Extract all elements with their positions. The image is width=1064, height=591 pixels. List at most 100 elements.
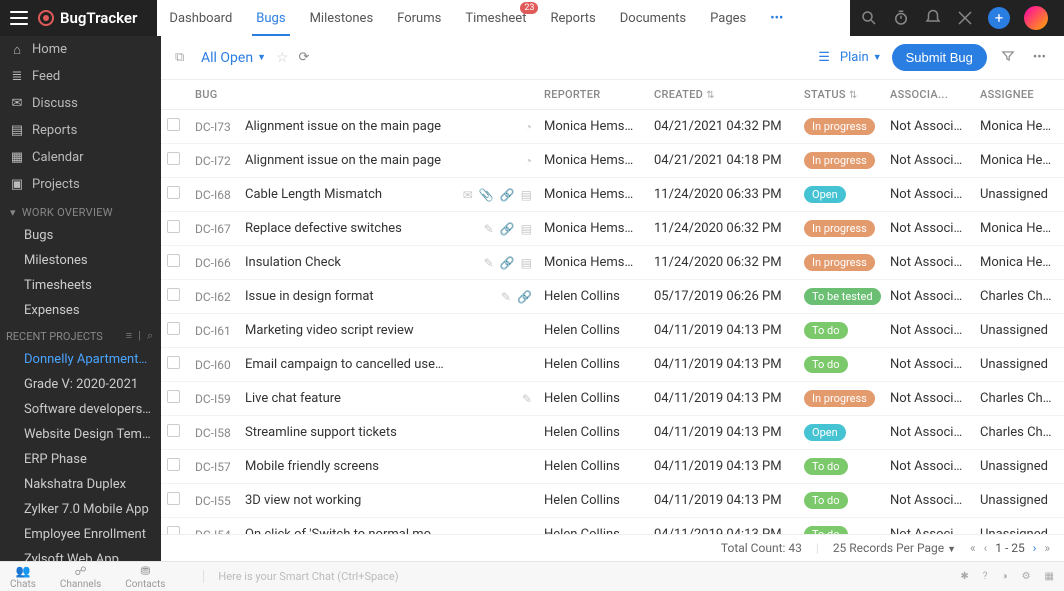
search-icon[interactable] bbox=[860, 9, 878, 27]
bug-title[interactable]: Cable Length Mismatch bbox=[239, 178, 452, 212]
list-view-icon[interactable]: ☰ bbox=[818, 50, 830, 65]
sidebar-item-timesheets[interactable]: Timesheets bbox=[0, 273, 161, 298]
page-icon[interactable]: ▤ bbox=[521, 222, 532, 236]
row-checkbox[interactable] bbox=[167, 152, 180, 165]
edit-icon[interactable]: ✎ bbox=[522, 392, 532, 406]
col-reporter[interactable]: REPORTER bbox=[538, 80, 648, 110]
settings-icon[interactable]: ⚙ bbox=[1022, 571, 1031, 582]
search-icon[interactable]: ⌕ bbox=[147, 329, 153, 343]
nav-timesheet[interactable]: Timesheet23 bbox=[453, 0, 538, 36]
nav-reports[interactable]: Reports bbox=[538, 0, 607, 36]
audio-icon[interactable]: ◑ bbox=[1002, 571, 1008, 582]
table-row[interactable]: DC-I66Insulation Check✎🔗▤Monica Hemsw...… bbox=[161, 246, 1064, 280]
col-bug[interactable]: BUG bbox=[189, 80, 538, 110]
recent-project-item[interactable]: Grade V: 2020-2021 bbox=[0, 372, 161, 397]
bug-title[interactable]: 3D view not working bbox=[239, 484, 452, 518]
bottom-channels[interactable]: ☍Channels bbox=[60, 564, 101, 590]
table-row[interactable]: DC-I62Issue in design format✎🔗Helen Coll… bbox=[161, 280, 1064, 314]
filter-dropdown[interactable]: All Open ▼ bbox=[201, 50, 266, 66]
recent-project-item[interactable]: Zylsoft Web App bbox=[0, 547, 161, 561]
bug-icon[interactable]: ✱ bbox=[960, 571, 968, 582]
row-checkbox[interactable] bbox=[167, 492, 180, 505]
status-badge[interactable]: To do bbox=[804, 526, 848, 534]
recent-project-item[interactable]: Donnelly Apartments C bbox=[0, 347, 161, 372]
status-badge[interactable]: Open bbox=[804, 424, 846, 441]
refresh-icon[interactable]: ⟳ bbox=[299, 50, 310, 65]
sidebar-item-milestones[interactable]: Milestones bbox=[0, 248, 161, 273]
sidebar-item-home[interactable]: ⌂Home bbox=[0, 36, 161, 63]
filter-icon[interactable] bbox=[997, 49, 1019, 67]
row-checkbox[interactable] bbox=[167, 254, 180, 267]
bug-title[interactable]: Issue in design format bbox=[239, 280, 452, 314]
link-icon[interactable]: 🔗 bbox=[517, 290, 532, 304]
sidebar-item-projects[interactable]: ▣Projects bbox=[0, 171, 161, 198]
tools-icon[interactable] bbox=[956, 9, 974, 27]
add-button[interactable]: + bbox=[988, 7, 1010, 29]
sidebar-item-bugs[interactable]: Bugs bbox=[0, 223, 161, 248]
bottom-chats[interactable]: 👥Chats bbox=[10, 564, 36, 590]
view-mode-dropdown[interactable]: Plain ▼ bbox=[840, 50, 882, 65]
bug-title[interactable]: Marketing video script review bbox=[239, 314, 452, 348]
row-checkbox[interactable] bbox=[167, 356, 180, 369]
col-associated[interactable]: ASSOCIA... bbox=[884, 80, 974, 110]
table-row[interactable]: DC-I61Marketing video script reviewHelen… bbox=[161, 314, 1064, 348]
nav-dashboard[interactable]: Dashboard bbox=[157, 0, 244, 36]
page-icon[interactable]: ▤ bbox=[521, 256, 532, 270]
sidebar-item-expenses[interactable]: Expenses bbox=[0, 298, 161, 323]
recent-project-item[interactable]: Software developers re bbox=[0, 397, 161, 422]
help-icon[interactable]: ? bbox=[983, 571, 988, 582]
link-icon[interactable]: 🔗 bbox=[500, 188, 515, 202]
status-badge[interactable]: In progress bbox=[804, 220, 875, 237]
table-row[interactable]: DC-I60Email campaign to cancelled usersH… bbox=[161, 348, 1064, 382]
status-badge[interactable]: To be tested bbox=[804, 288, 881, 305]
row-checkbox[interactable] bbox=[167, 288, 180, 301]
bell-icon[interactable] bbox=[924, 9, 942, 27]
menu-hamburger-icon[interactable] bbox=[10, 11, 28, 25]
clock-icon[interactable]: ◔ bbox=[525, 120, 532, 134]
link-icon[interactable]: 🔗 bbox=[500, 256, 515, 270]
page-last-icon[interactable]: » bbox=[1044, 541, 1050, 555]
table-row[interactable]: DC-I57Mobile friendly screensHelen Colli… bbox=[161, 450, 1064, 484]
sidebar-item-calendar[interactable]: ▦Calendar bbox=[0, 144, 161, 171]
table-row[interactable]: DC-I72Alignment issue on the main page◔M… bbox=[161, 144, 1064, 178]
page-first-icon[interactable]: « bbox=[970, 541, 976, 555]
status-badge[interactable]: In progress bbox=[804, 390, 875, 407]
status-badge[interactable]: To do bbox=[804, 322, 848, 339]
edit-icon[interactable]: ✎ bbox=[484, 222, 494, 236]
status-badge[interactable]: In progress bbox=[804, 152, 875, 169]
nav-forums[interactable]: Forums bbox=[385, 0, 453, 36]
clock-icon[interactable]: ◔ bbox=[525, 154, 532, 168]
status-badge[interactable]: To do bbox=[804, 356, 848, 373]
table-row[interactable]: DC-I59Live chat feature✎Helen Collins04/… bbox=[161, 382, 1064, 416]
recent-project-item[interactable]: Employee Enrollment bbox=[0, 522, 161, 547]
bug-title[interactable]: On click of 'Switch to normal mode' take… bbox=[239, 518, 452, 535]
row-checkbox[interactable] bbox=[167, 458, 180, 471]
col-status[interactable]: STATUS⇅ bbox=[798, 80, 884, 110]
page-next-icon[interactable]: › bbox=[1033, 541, 1037, 555]
bug-title[interactable]: Replace defective switches bbox=[239, 212, 452, 246]
recent-project-item[interactable]: Nakshatra Duplex bbox=[0, 472, 161, 497]
bug-title[interactable]: Mobile friendly screens bbox=[239, 450, 452, 484]
nav-milestones[interactable]: Milestones bbox=[298, 0, 386, 36]
table-row[interactable]: DC-I73Alignment issue on the main page◔M… bbox=[161, 110, 1064, 144]
recent-project-item[interactable]: ERP Phase bbox=[0, 447, 161, 472]
per-page-dropdown[interactable]: 25 Records Per Page ▼ bbox=[833, 541, 956, 555]
col-checkbox[interactable] bbox=[161, 80, 189, 110]
nav-pages[interactable]: Pages bbox=[698, 0, 758, 36]
table-row[interactable]: DC-I58Streamline support ticketsHelen Co… bbox=[161, 416, 1064, 450]
submit-bug-button[interactable]: Submit Bug bbox=[892, 44, 987, 71]
status-badge[interactable]: To do bbox=[804, 458, 848, 475]
row-checkbox[interactable] bbox=[167, 390, 180, 403]
table-row[interactable]: DC-I68Cable Length Mismatch✉📎🔗▤Monica He… bbox=[161, 178, 1064, 212]
page-icon[interactable]: ▤ bbox=[521, 188, 532, 202]
col-assignee[interactable]: ASSIGNEE bbox=[974, 80, 1064, 110]
sidebar-item-reports[interactable]: ▤Reports bbox=[0, 117, 161, 144]
bug-title[interactable]: Live chat feature bbox=[239, 382, 452, 416]
row-checkbox[interactable] bbox=[167, 220, 180, 233]
timer-icon[interactable] bbox=[892, 9, 910, 27]
smart-chat-input[interactable]: Here is your Smart Chat (Ctrl+Space) bbox=[203, 570, 942, 583]
status-badge[interactable]: To do bbox=[804, 492, 848, 509]
grid-icon[interactable]: ▦ bbox=[1045, 571, 1054, 582]
row-checkbox[interactable] bbox=[167, 424, 180, 437]
chat-icon[interactable]: ✉ bbox=[463, 188, 473, 202]
